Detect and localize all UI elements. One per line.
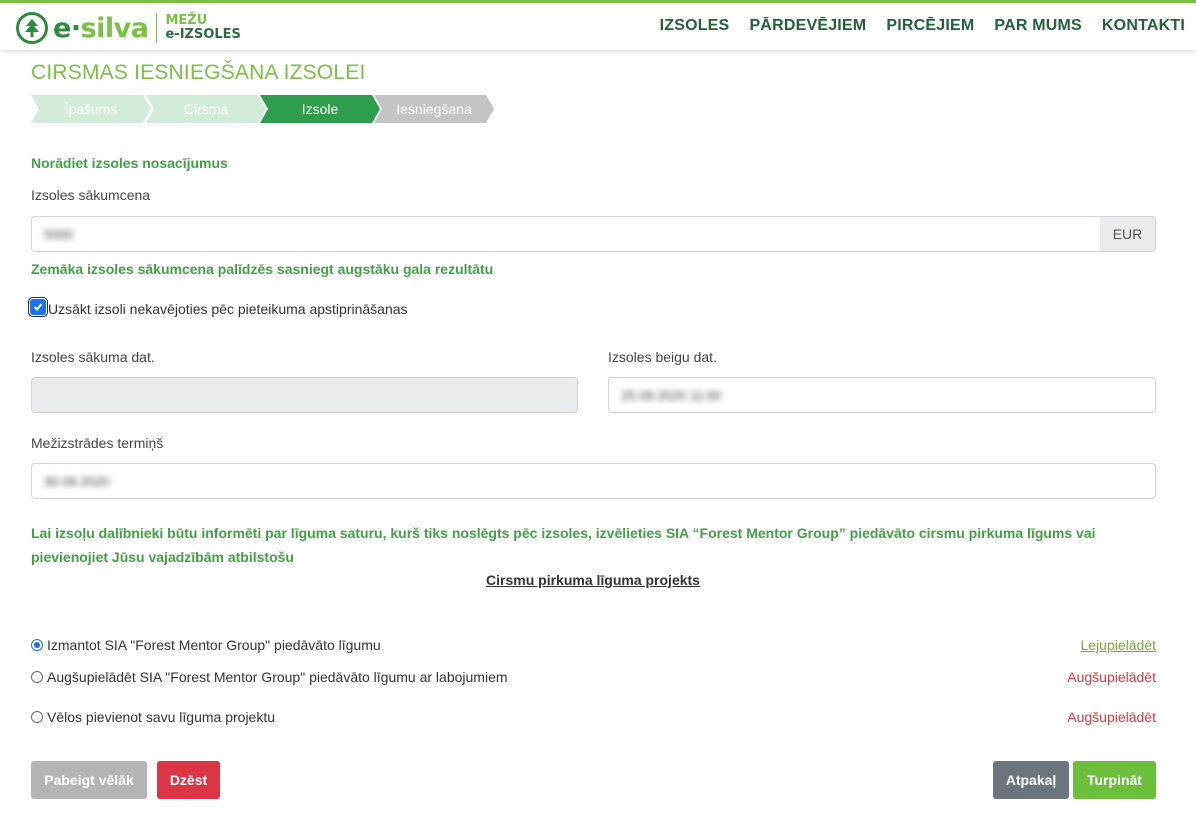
top-navbar: e·silva MEŽU e-IZSOLES IZSOLES PĀRDEVĒJI…	[0, 0, 1196, 50]
start-immediately-label[interactable]: Uzsākt izsoli nekavējoties pēc pieteikum…	[48, 301, 408, 317]
contract-option-own[interactable]: Vēlos pievienot savu līguma projektu	[31, 709, 275, 725]
delete-button[interactable]: Dzēst	[157, 761, 220, 799]
main-nav: IZSOLES PĀRDEVĒJIEM PIRCĒJIEM PAR MUMS K…	[660, 17, 1185, 35]
start-price-value: 5000	[44, 226, 73, 242]
continue-button[interactable]: Turpināt	[1073, 761, 1156, 799]
radio-modified[interactable]	[31, 671, 43, 683]
end-date-value: 25.09.2020 11:00	[621, 387, 722, 403]
nav-pardevejiem[interactable]: PĀRDEVĒJIEM	[749, 17, 866, 35]
contract-option-modified-label: Augšupielādēt SIA "Forest Mentor Group" …	[47, 669, 508, 685]
contract-info: Lai izsoļu dalībnieki būtu informēti par…	[31, 525, 1096, 565]
section-title: Norādiet izsoles nosacījumus	[31, 155, 228, 171]
back-button[interactable]: Atpakaļ	[993, 761, 1069, 799]
radio-own[interactable]	[31, 711, 43, 723]
end-date-label: Izsoles beigu dat.	[608, 349, 717, 365]
check-icon	[33, 303, 43, 311]
currency-addon: EUR	[1100, 216, 1156, 252]
end-date-input[interactable]: 25.09.2020 11:00	[608, 377, 1156, 413]
finish-later-button[interactable]: Pabeigt vēlāk	[31, 761, 147, 799]
radio-default[interactable]	[31, 639, 43, 651]
nav-par-mums[interactable]: PAR MUMS	[994, 17, 1082, 35]
step-iesniegsana: Iesniegšana	[374, 95, 494, 123]
contract-draft-link[interactable]: Cirsmu pirkuma līguma projekts	[0, 572, 1186, 588]
contract-option-default-label: Izmantot SIA "Forest Mentor Group" piedā…	[47, 637, 381, 653]
logo-divider	[156, 13, 158, 43]
start-immediately-checkbox[interactable]	[31, 300, 45, 314]
download-link[interactable]: Lejupielādēt	[1080, 637, 1156, 653]
logo-wordmark: e·silva	[53, 12, 149, 44]
contract-option-default[interactable]: Izmantot SIA "Forest Mentor Group" piedā…	[31, 637, 381, 653]
upload-modified-link[interactable]: Augšupielādēt	[1067, 669, 1156, 685]
tree-icon	[16, 12, 48, 44]
logging-deadline-value: 30.09.2020	[44, 473, 110, 489]
logging-deadline-label: Mežizstrādes termiņš	[31, 435, 164, 451]
nav-kontakti[interactable]: KONTAKTI	[1102, 17, 1185, 35]
step-cirsma[interactable]: Cirsma	[146, 95, 266, 123]
nav-izsoles[interactable]: IZSOLES	[660, 17, 730, 35]
logo-subtitle: MEŽU e-IZSOLES	[165, 13, 241, 42]
start-date-label: Izsoles sākuma dat.	[31, 349, 155, 365]
logging-deadline-input[interactable]: 30.09.2020	[31, 463, 1156, 499]
start-date-input	[31, 377, 578, 413]
contract-option-modified[interactable]: Augšupielādēt SIA "Forest Mentor Group" …	[31, 669, 508, 685]
step-ipasums[interactable]: Īpašums	[31, 95, 151, 123]
start-price-label: Izsoles sākumcena	[31, 187, 151, 203]
price-hint: Zemāka izsoles sākumcena palīdzēs sasnie…	[31, 261, 494, 277]
start-price-input[interactable]: 5000	[31, 216, 1101, 252]
nav-pircejiem[interactable]: PIRCĒJIEM	[886, 17, 974, 35]
step-izsole[interactable]: Izsole	[260, 95, 380, 123]
esilva-logo[interactable]: e·silva MEŽU e-IZSOLES	[16, 10, 241, 46]
upload-own-link[interactable]: Augšupielādēt	[1067, 709, 1156, 725]
contract-option-own-label: Vēlos pievienot savu līguma projektu	[47, 709, 276, 725]
page-title: CIRSMAS IESNIEGŠANA IZSOLEI	[31, 61, 366, 84]
